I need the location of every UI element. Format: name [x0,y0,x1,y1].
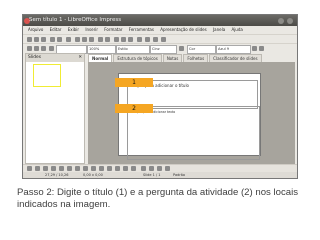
maximize-icon[interactable] [287,18,293,24]
print-icon[interactable] [57,37,62,42]
symbol-shapes-icon[interactable] [99,166,104,171]
text-placeholder[interactable]: Clique para adicionar texto [127,106,260,160]
slides-panel-title: Slides [28,55,42,60]
menu-inserir[interactable]: Inserir [85,26,98,34]
save-icon[interactable] [41,37,46,42]
area-icon[interactable] [179,46,184,51]
crop-icon[interactable] [259,46,264,51]
style-icon[interactable] [27,46,32,51]
rectangle-icon[interactable] [51,166,56,171]
status-position: 27,29 / 10,26 [45,173,69,177]
slides-panel-header: Slides ✕ [26,54,84,62]
help-icon[interactable] [161,37,166,42]
image-icon[interactable] [121,37,126,42]
basic-shapes-icon[interactable] [91,166,96,171]
paste-icon[interactable] [89,37,94,42]
from-file-icon[interactable] [157,166,162,171]
text-tool-icon[interactable] [67,166,72,171]
line-color-select[interactable]: Cinz [150,45,177,54]
menu-janela[interactable]: Janela [213,26,225,34]
marker-1: 1 [115,78,153,87]
cut-icon[interactable] [75,37,80,42]
instruction-caption: Passo 2: Digite o título (1) e a pergunt… [17,187,299,210]
menu-exibir[interactable]: Exibir [68,26,79,34]
block-arrows-icon[interactable] [107,166,112,171]
arrow-style-icon[interactable] [41,46,46,51]
drawing-toolbar [23,164,297,172]
chart-icon[interactable] [128,37,133,42]
connector-icon[interactable] [83,166,88,171]
view-tabs: Normal Estrutura de tópicos Notas Folhetos C… [88,54,297,63]
navigator-icon[interactable] [137,37,142,42]
minimize-icon[interactable] [278,18,284,24]
pdf-icon[interactable] [50,37,55,42]
shadow-icon[interactable] [252,46,257,51]
style-select[interactable]: Estilo [116,45,150,54]
standard-toolbar [23,34,297,43]
status-layout: Padrão [173,173,186,177]
curve-icon[interactable] [75,166,80,171]
line-fill-toolbar: 100% Estilo Cinz Cor Azul 9 [23,43,297,54]
redo-icon[interactable] [105,37,110,42]
fontwork-icon[interactable] [149,166,154,171]
slide-thumbnail[interactable] [33,64,61,87]
slides-panel: Slides ✕ [25,53,85,164]
menu-arquivo[interactable]: Arquivo [28,26,43,34]
slide-show-icon[interactable] [145,37,150,42]
menu-editar[interactable]: Editar [50,26,62,34]
arrow-tool-icon[interactable] [43,166,48,171]
menu-ajuda[interactable]: Ajuda [231,26,242,34]
extrusion-icon[interactable] [165,166,170,171]
status-size: 0,00 x 0,00 [83,173,103,177]
line-icon[interactable] [34,46,39,51]
line-width-field[interactable]: 100% [87,45,116,54]
window-title: Sem título 1 - LibreOffice Impress [29,17,122,23]
undo-icon[interactable] [98,37,103,42]
menu-bar: Arquivo Editar Exibir Inserir Formatar F… [23,26,297,34]
area-style-select[interactable]: Cor [187,45,216,54]
status-slide-info: Slide 1 / 1 [143,173,161,177]
table-icon[interactable] [114,37,119,42]
title-bar: Sem título 1 - LibreOffice Impress [23,15,297,26]
new-document-icon[interactable] [27,37,32,42]
spellcheck-icon[interactable] [66,37,71,42]
status-bar: 27,29 / 10,26 0,00 x 0,00 Slide 1 / 1 Pa… [23,172,297,178]
open-icon[interactable] [34,37,39,42]
points-icon[interactable] [141,166,146,171]
flowchart-icon[interactable] [115,166,120,171]
line-tool-icon[interactable] [35,166,40,171]
menu-apresentacao[interactable]: Apresentação de slides [160,26,206,34]
close-panel-icon[interactable]: ✕ [78,54,82,62]
menu-formatar[interactable]: Formatar [104,26,122,34]
callouts-icon[interactable] [123,166,128,171]
marker-2: 2 [115,104,153,113]
area-color-select[interactable]: Azul 9 [216,45,251,54]
copy-icon[interactable] [82,37,87,42]
ellipse-icon[interactable] [59,166,64,171]
stars-icon[interactable] [131,166,136,171]
impress-window: Sem título 1 - LibreOffice Impress Arqui… [22,14,298,179]
line-style-icon[interactable] [49,46,54,51]
zoom-icon[interactable] [153,37,158,42]
select-icon[interactable] [27,166,32,171]
menu-ferramentas[interactable]: Ferramentas [129,26,154,34]
